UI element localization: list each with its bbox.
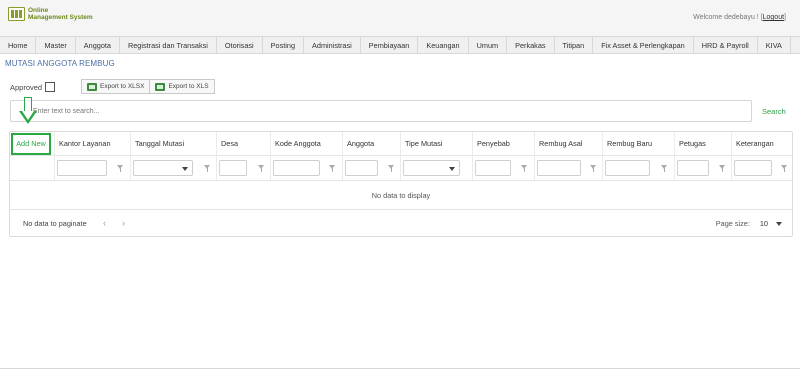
page-title: MUTASI ANGGOTA REMBUG (5, 59, 115, 68)
menu-item-anggota[interactable]: Anggota (76, 37, 120, 54)
filter-date-tanggal-mutasi[interactable] (133, 160, 193, 176)
add-new-button[interactable]: Add New (11, 133, 51, 155)
filter-cell-rembug-baru (603, 156, 675, 181)
menu-item-umum[interactable]: Umum (469, 37, 508, 54)
footer-divider (0, 368, 800, 369)
search-button[interactable]: Search (762, 107, 786, 116)
grid-header-row: Kantor Layanan Tanggal Mutasi Desa Kode … (10, 132, 792, 156)
filter-cell-petugas (675, 156, 732, 181)
filter-cell-anggota (343, 156, 401, 181)
menu-item-posting[interactable]: Posting (263, 37, 305, 54)
menu-item-otorisasi[interactable]: Otorisasi (217, 37, 263, 54)
column-header-petugas[interactable]: Petugas (675, 132, 732, 156)
logo-line-1: Online (28, 7, 49, 14)
grid-pager: No data to paginate ‹ › Page size: 10 (10, 210, 792, 236)
filter-input-keterangan[interactable] (734, 160, 772, 176)
page-size-value: 10 (759, 219, 768, 228)
column-header-kantor-layanan[interactable]: Kantor Layanan (55, 132, 131, 156)
approved-filter: Approved (10, 82, 56, 92)
filter-cell-penyebab (473, 156, 535, 181)
filter-input-penyebab[interactable] (475, 160, 511, 176)
filter-icon[interactable] (258, 165, 264, 172)
menu-item-keuangan[interactable]: Keuangan (418, 37, 469, 54)
export-toolbar: Export to XLSX Export to XLS (81, 79, 215, 94)
chevron-down-icon (182, 167, 188, 171)
menu-item-perkakas[interactable]: Perkakas (507, 37, 555, 54)
filter-input-anggota[interactable] (345, 160, 378, 176)
filter-icon[interactable] (204, 165, 210, 172)
empty-grid-message: No data to display (10, 181, 792, 210)
column-header-keterangan[interactable]: Keterangan (732, 132, 792, 156)
menu-item-master[interactable]: Master (36, 37, 76, 54)
filter-input-kantor-layanan[interactable] (57, 160, 107, 176)
logo-icon (8, 7, 25, 21)
filter-input-petugas[interactable] (677, 160, 709, 176)
filter-icon[interactable] (661, 165, 667, 172)
filter-cell-tanggal-mutasi (131, 156, 217, 181)
filter-cell-tipe-mutasi (401, 156, 473, 181)
filter-cell-command (10, 156, 55, 181)
column-header-rembug-baru[interactable]: Rembug Baru (603, 132, 675, 156)
approved-checkbox[interactable] (45, 82, 56, 92)
column-header-tanggal-mutasi[interactable]: Tanggal Mutasi (131, 132, 217, 156)
menu-item-home[interactable]: Home (0, 37, 37, 54)
column-header-penyebab[interactable]: Penyebab (473, 132, 535, 156)
filter-cell-rembug-asal (535, 156, 603, 181)
approved-label: Approved (10, 82, 43, 92)
column-header-anggota[interactable]: Anggota (343, 132, 401, 156)
grid-filter-row (10, 156, 792, 181)
filter-select-tipe-mutasi[interactable] (403, 160, 460, 176)
filter-icon[interactable] (590, 165, 596, 172)
filter-cell-kode-anggota (271, 156, 343, 181)
menu-item-administrasi[interactable]: Administrasi (304, 37, 361, 54)
filter-icon[interactable] (117, 165, 123, 172)
pager-next-button[interactable]: › (122, 218, 125, 228)
filter-input-rembug-asal[interactable] (537, 160, 581, 176)
filter-icon[interactable] (388, 165, 394, 172)
chevron-down-icon (449, 167, 455, 171)
app-header: Online Management System Welcome dedebay… (0, 0, 800, 36)
chevron-down-icon (776, 221, 782, 226)
filter-icon[interactable] (329, 165, 335, 172)
logout-link[interactable]: Logout (763, 14, 784, 21)
welcome-text: Welcome dedebayu ! [Logout] (693, 14, 786, 21)
pager-prev-button[interactable]: ‹ (103, 218, 106, 228)
pager-status: No data to paginate (23, 219, 87, 228)
app-logo[interactable]: Online Management System (8, 7, 93, 21)
menu-item-hrd-payroll[interactable]: HRD & Payroll (694, 37, 758, 54)
filter-icon[interactable] (521, 165, 527, 172)
export-xls-button[interactable]: Export to XLS (150, 79, 215, 94)
filter-icon[interactable] (781, 165, 787, 172)
menu-item-fix-asset[interactable]: Fix Asset & Perlengkapan (593, 37, 694, 54)
filter-input-desa[interactable] (219, 160, 247, 176)
menu-item-registrasi[interactable]: Registrasi dan Transaksi (120, 37, 217, 54)
page-size-selector[interactable]: Page size: 10 (716, 219, 782, 228)
column-header-rembug-asal[interactable]: Rembug Asal (535, 132, 603, 156)
column-header-kode-anggota[interactable]: Kode Anggota (271, 132, 343, 156)
menu-item-pembiayaan[interactable]: Pembiayaan (361, 37, 419, 54)
filter-cell-keterangan (732, 156, 792, 181)
excel-icon (155, 82, 166, 91)
search-panel (10, 100, 752, 122)
data-grid: Kantor Layanan Tanggal Mutasi Desa Kode … (9, 131, 793, 237)
arrow-down-icon (24, 97, 32, 112)
column-header-tipe-mutasi[interactable]: Tipe Mutasi (401, 132, 473, 156)
page-size-label: Page size: (715, 219, 750, 228)
filter-cell-desa (217, 156, 271, 181)
menu-item-kiva[interactable]: KIVA (758, 37, 791, 54)
column-header-desa[interactable]: Desa (217, 132, 271, 156)
excel-icon (87, 82, 97, 91)
export-xlsx-button[interactable]: Export to XLSX (81, 79, 151, 94)
main-menu: Home Master Anggota Registrasi dan Trans… (0, 36, 800, 54)
menu-item-titipan[interactable]: Titipan (555, 37, 594, 54)
filter-cell-kantor-layanan (55, 156, 131, 181)
filter-icon[interactable] (719, 165, 725, 172)
search-input[interactable] (11, 101, 751, 121)
filter-input-kode-anggota[interactable] (273, 160, 320, 176)
logo-line-2: Management System (28, 14, 93, 21)
filter-input-rembug-baru[interactable] (605, 160, 650, 176)
